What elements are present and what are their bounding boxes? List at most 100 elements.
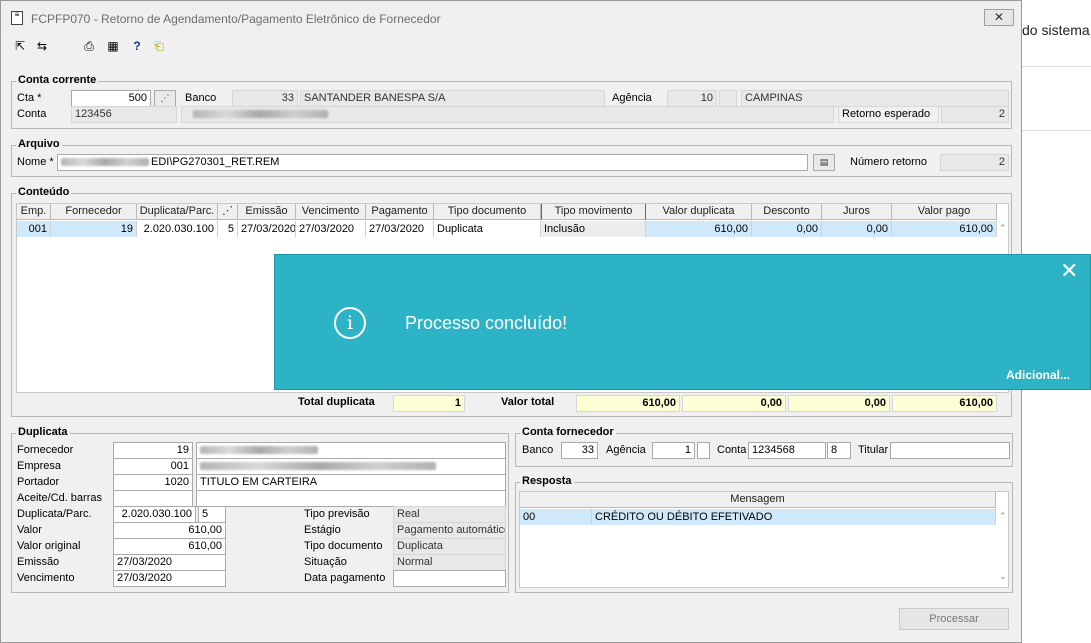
toast-more-link[interactable]: Adicional... <box>1006 368 1070 382</box>
cell-fornecedor: 19 <box>51 221 137 237</box>
print-icon[interactable]: ⎙ <box>81 39 97 53</box>
portador-label: Portador <box>17 476 60 488</box>
tipo-documento-value: Duplicata <box>393 538 506 555</box>
resposta-grid[interactable]: Mensagem 00 CRÉDITO OU DÉBITO EFETIVADO … <box>519 491 1009 588</box>
close-icon[interactable]: ✕ <box>1060 260 1078 282</box>
total-desconto: 0,00 <box>682 395 786 412</box>
redacted-text <box>200 446 318 455</box>
cell-emissao: 27/03/2020 <box>238 221 296 237</box>
background-divider <box>1022 130 1091 131</box>
fornecedor-agencia-label: Agência <box>606 444 646 456</box>
nome-input[interactable]: EDI\PG270301_RET.REM <box>57 154 808 171</box>
numero-retorno-value: 2 <box>940 154 1009 171</box>
valor-original-label: Valor original <box>17 540 81 552</box>
folder-icon: ▤ <box>819 157 829 167</box>
column-header[interactable]: Pagamento <box>366 204 434 220</box>
column-header[interactable]: Valor duplicata <box>646 204 752 220</box>
table-icon[interactable]: ▦ <box>105 39 121 53</box>
tipo-previsao-label: Tipo previsão <box>304 508 370 520</box>
background-text: do sistema <box>1022 22 1090 38</box>
fornecedor-agencia-dv[interactable] <box>697 442 710 459</box>
column-header[interactable]: Fornecedor <box>51 204 137 220</box>
column-header[interactable]: Tipo movimento <box>541 204 646 220</box>
cell-tipo-documento: Duplicata <box>434 221 541 237</box>
fornecedor-agencia-value[interactable]: 1 <box>652 442 695 459</box>
exit-icon[interactable]: ⎗ <box>151 39 167 53</box>
conta-label: Conta <box>17 108 47 120</box>
valor-original-value[interactable]: 610,00 <box>113 538 226 555</box>
notification-toast: i Processo concluído! ✕ Adicional... <box>274 254 1091 390</box>
first-icon[interactable]: ⇱ <box>12 39 28 53</box>
titular-value[interactable] <box>890 442 1010 459</box>
agencia-name: CAMPINAS <box>741 90 1009 107</box>
scroll-down-icon[interactable]: ⌄ <box>999 571 1007 582</box>
data-pagamento-value[interactable] <box>393 570 506 587</box>
fornecedor-label: Fornecedor <box>17 444 74 456</box>
cell-codigo: 00 <box>520 509 592 525</box>
total-duplicata-value: 1 <box>393 395 465 412</box>
browse-file-button[interactable]: ▤ <box>813 154 835 171</box>
nome-value: EDI\PG270301_RET.REM <box>151 156 280 168</box>
banco-name: SANTANDER BANESPA S/A <box>300 90 605 107</box>
close-window-button[interactable]: ✕ <box>984 9 1014 26</box>
aceite-input[interactable] <box>113 490 193 507</box>
column-header[interactable]: Tipo documento <box>434 204 541 220</box>
processar-button[interactable]: Processar <box>899 608 1009 630</box>
conta-corrente-title: Conta corrente <box>16 74 99 86</box>
parcela-value[interactable]: 5 <box>198 506 226 523</box>
next-icon[interactable]: ⇆ <box>34 39 50 53</box>
duplicata-value[interactable]: 2.020.030.100 <box>113 506 196 523</box>
column-header[interactable]: Juros <box>822 204 892 220</box>
sort-icon: ⋰ <box>222 205 233 217</box>
codigo-barras-input[interactable] <box>196 490 506 507</box>
fornecedor-conta-value[interactable]: 1234568 <box>748 442 826 459</box>
valor-label: Valor <box>17 524 42 536</box>
cell-tipo-movimento: Inclusão <box>541 221 646 237</box>
duplicata-parc-label: Duplicata/Parc. <box>17 508 92 520</box>
fornecedor-banco-value[interactable]: 33 <box>561 442 598 459</box>
portador-desc: TITULO EM CARTEIRA <box>196 474 506 491</box>
cta-lookup-button[interactable]: ⋰ <box>154 90 176 107</box>
info-icon: i <box>334 307 366 339</box>
conteudo-title: Conteúdo <box>16 186 72 198</box>
portador-value[interactable]: 1020 <box>113 474 193 491</box>
total-duplicata-label: Total duplicata <box>298 396 375 408</box>
fornecedor-banco-label: Banco <box>522 444 554 456</box>
empresa-name <box>196 458 506 475</box>
situacao-value: Normal <box>393 554 506 571</box>
column-header[interactable]: Duplicata/Parc. <box>137 204 218 220</box>
cell-vencimento: 27/03/2020 <box>296 221 366 237</box>
vencimento-value[interactable]: 27/03/2020 <box>113 570 226 587</box>
retorno-esperado-value: 2 <box>941 106 1009 123</box>
situacao-label: Situação <box>304 556 347 568</box>
column-header[interactable]: Emissão <box>238 204 296 220</box>
resposta-title: Resposta <box>520 475 574 487</box>
numero-retorno-label: Número retorno <box>850 156 928 168</box>
cell-valor-duplicata: 610,00 <box>646 221 752 237</box>
agencia-label: Agência <box>612 92 652 104</box>
fornecedor-value[interactable]: 19 <box>113 442 193 459</box>
empresa-label: Empresa <box>17 460 62 472</box>
scroll-up-icon[interactable]: ⌃ <box>999 511 1007 522</box>
cta-input[interactable]: 500 <box>71 90 151 107</box>
data-pagamento-label: Data pagamento <box>304 572 386 584</box>
empresa-value[interactable]: 001 <box>113 458 193 475</box>
emissao-value[interactable]: 27/03/2020 <box>113 554 226 571</box>
column-header[interactable]: Mensagem <box>520 492 996 508</box>
column-header[interactable]: ⋰ <box>218 204 238 220</box>
search-icon: ⋰ <box>160 93 170 103</box>
column-header[interactable]: Valor pago <box>892 204 997 220</box>
valor-value[interactable]: 610,00 <box>113 522 226 539</box>
background-divider <box>1022 66 1091 67</box>
fornecedor-conta-dv[interactable]: 8 <box>827 442 851 459</box>
column-header[interactable]: Vencimento <box>296 204 366 220</box>
column-header[interactable]: Emp. <box>17 204 51 220</box>
total-juros: 0,00 <box>788 395 890 412</box>
cell-duplicata: 2.020.030.100 <box>137 221 218 237</box>
help-icon[interactable]: ? <box>129 39 145 53</box>
document-icon: ≡ <box>11 11 23 25</box>
vencimento-label: Vencimento <box>17 572 75 584</box>
column-header[interactable]: Desconto <box>752 204 822 220</box>
scroll-up-icon[interactable]: ⌃ <box>999 223 1007 234</box>
estagio-value: Pagamento automático <box>393 522 506 539</box>
